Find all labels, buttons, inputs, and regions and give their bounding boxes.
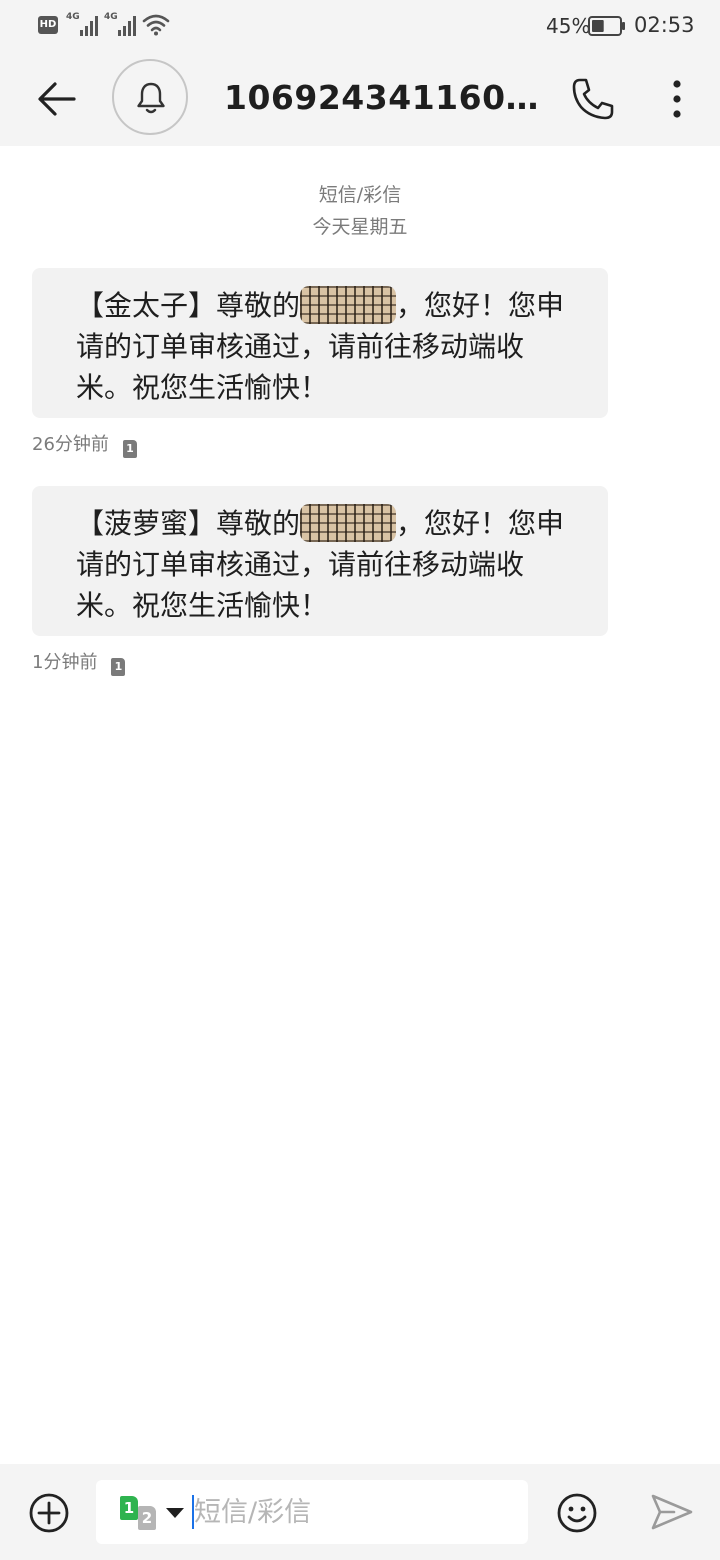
message-text-start: 【金太子】尊敬的 [76, 289, 301, 322]
contact-avatar-button[interactable] [112, 59, 188, 135]
contact-number[interactable]: 10692434116007… [224, 78, 540, 117]
smiley-icon [557, 1493, 597, 1533]
arrow-left-icon [38, 82, 76, 116]
sim-card-icon: 1 [111, 658, 126, 676]
sim1-icon: 1 [120, 1496, 138, 1520]
caret-down-icon [166, 1508, 184, 1518]
wifi-icon [142, 14, 170, 36]
bell-icon [137, 82, 165, 114]
date-separator: 今天星期五 [312, 216, 408, 238]
message-input-box: 2 1 [96, 1480, 528, 1544]
message-time: 1分钟前 [32, 652, 98, 673]
conversation-header: 10692434116007… [0, 52, 720, 146]
phone-icon [572, 78, 614, 120]
channel-label: 短信/彩信 [318, 184, 402, 206]
sim-card-icon: 1 [122, 440, 137, 458]
battery-percentage: 45% [546, 14, 591, 38]
message-input[interactable] [194, 1490, 514, 1534]
battery-icon [588, 16, 625, 36]
message-time: 26分钟前 [32, 434, 109, 455]
redacted-name [300, 504, 397, 542]
status-clock: 02:53 [634, 13, 695, 37]
message-bubble[interactable]: 【菠萝蜜】尊敬的 ，您好！您申请的订单审核通过，请前往移动端收米。祝您生活愉快！ [32, 486, 608, 636]
send-icon [651, 1494, 693, 1530]
message-meta: 26分钟前 1 [32, 430, 137, 458]
sim2-icon: 2 [138, 1506, 156, 1530]
status-bar: HD 4G 4G 45% 02:53 [0, 0, 720, 52]
plus-circle-icon [29, 1493, 69, 1533]
composer-bar: 2 1 [0, 1464, 720, 1560]
emoji-button[interactable] [556, 1492, 598, 1534]
send-button[interactable] [650, 1492, 694, 1532]
sim-selector[interactable]: 2 1 [120, 1496, 186, 1532]
add-attachment-button[interactable] [28, 1492, 70, 1534]
call-button[interactable] [570, 76, 616, 122]
redacted-name [300, 286, 397, 324]
more-options-button[interactable] [662, 76, 692, 122]
sim1-signal-icon: 4G [66, 12, 100, 38]
message-text-start: 【菠萝蜜】尊敬的 [76, 507, 301, 540]
hd-voice-badge: HD [38, 16, 58, 34]
sim2-signal-icon: 4G [104, 12, 138, 38]
back-button[interactable] [34, 76, 80, 122]
message-meta: 1分钟前 1 [32, 648, 126, 676]
message-bubble[interactable]: 【金太子】尊敬的 ，您好！您申请的订单审核通过，请前往移动端收米。祝您生活愉快！ [32, 268, 608, 418]
more-vertical-icon [673, 80, 681, 118]
